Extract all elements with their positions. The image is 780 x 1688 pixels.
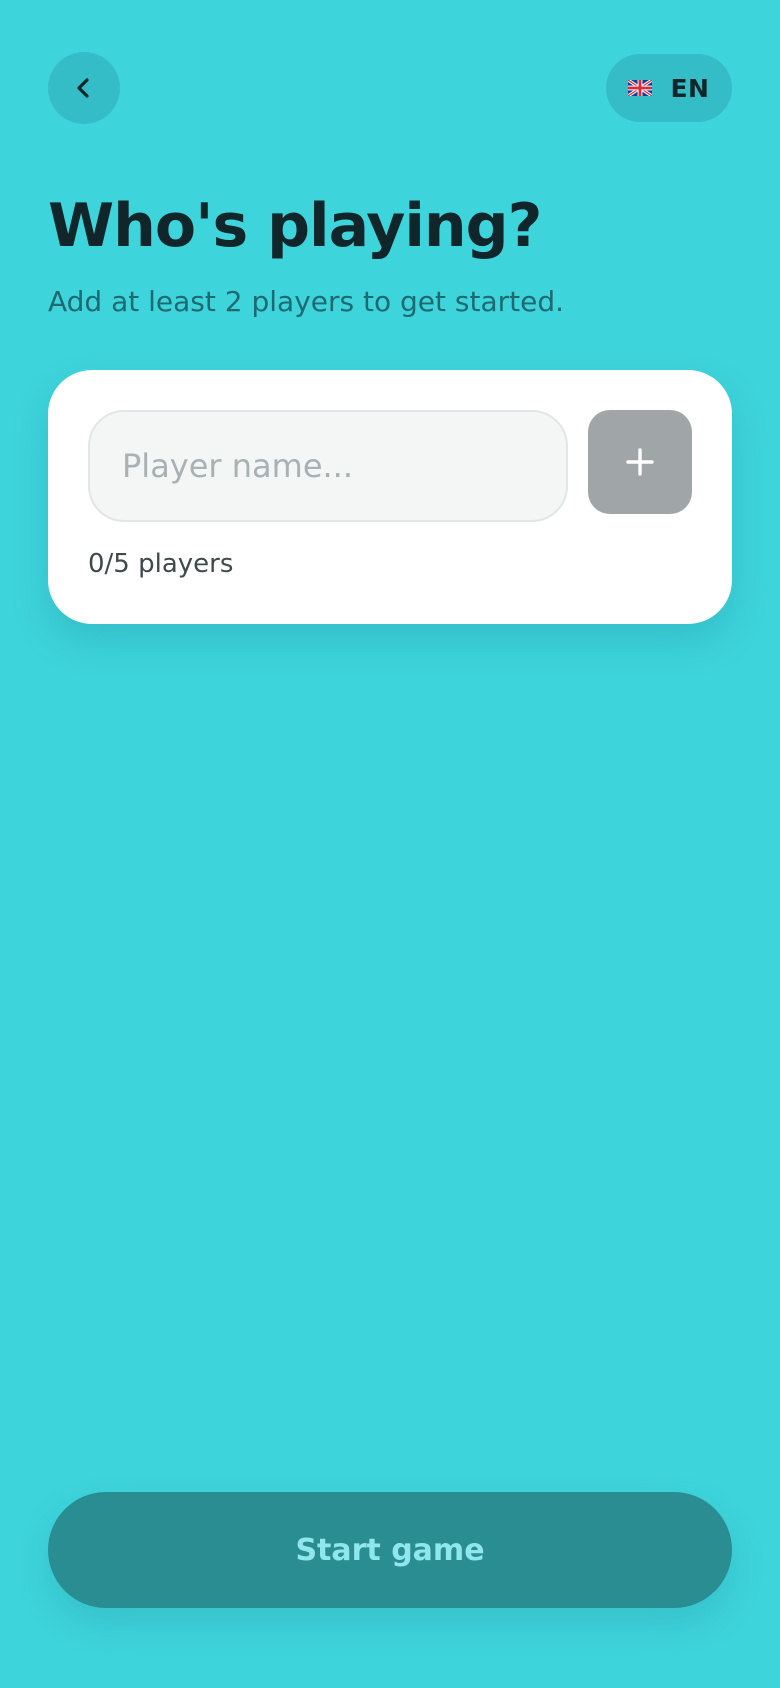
player-count: 0/5 players	[88, 549, 234, 579]
start-game-button[interactable]: Start game	[48, 1492, 732, 1608]
add-player-button[interactable]	[588, 410, 692, 514]
language-selector[interactable]: EN	[606, 54, 732, 122]
plus-icon	[626, 448, 654, 476]
uk-flag-icon	[628, 80, 653, 96]
language-code: EN	[670, 73, 710, 103]
player-entry-card: 0/5 players	[48, 370, 732, 624]
page-subtitle: Add at least 2 players to get started.	[48, 285, 565, 318]
back-button[interactable]	[48, 52, 120, 124]
player-name-input[interactable]	[88, 410, 568, 522]
chevron-left-icon	[77, 78, 89, 98]
page-title: Who's playing?	[48, 191, 542, 261]
